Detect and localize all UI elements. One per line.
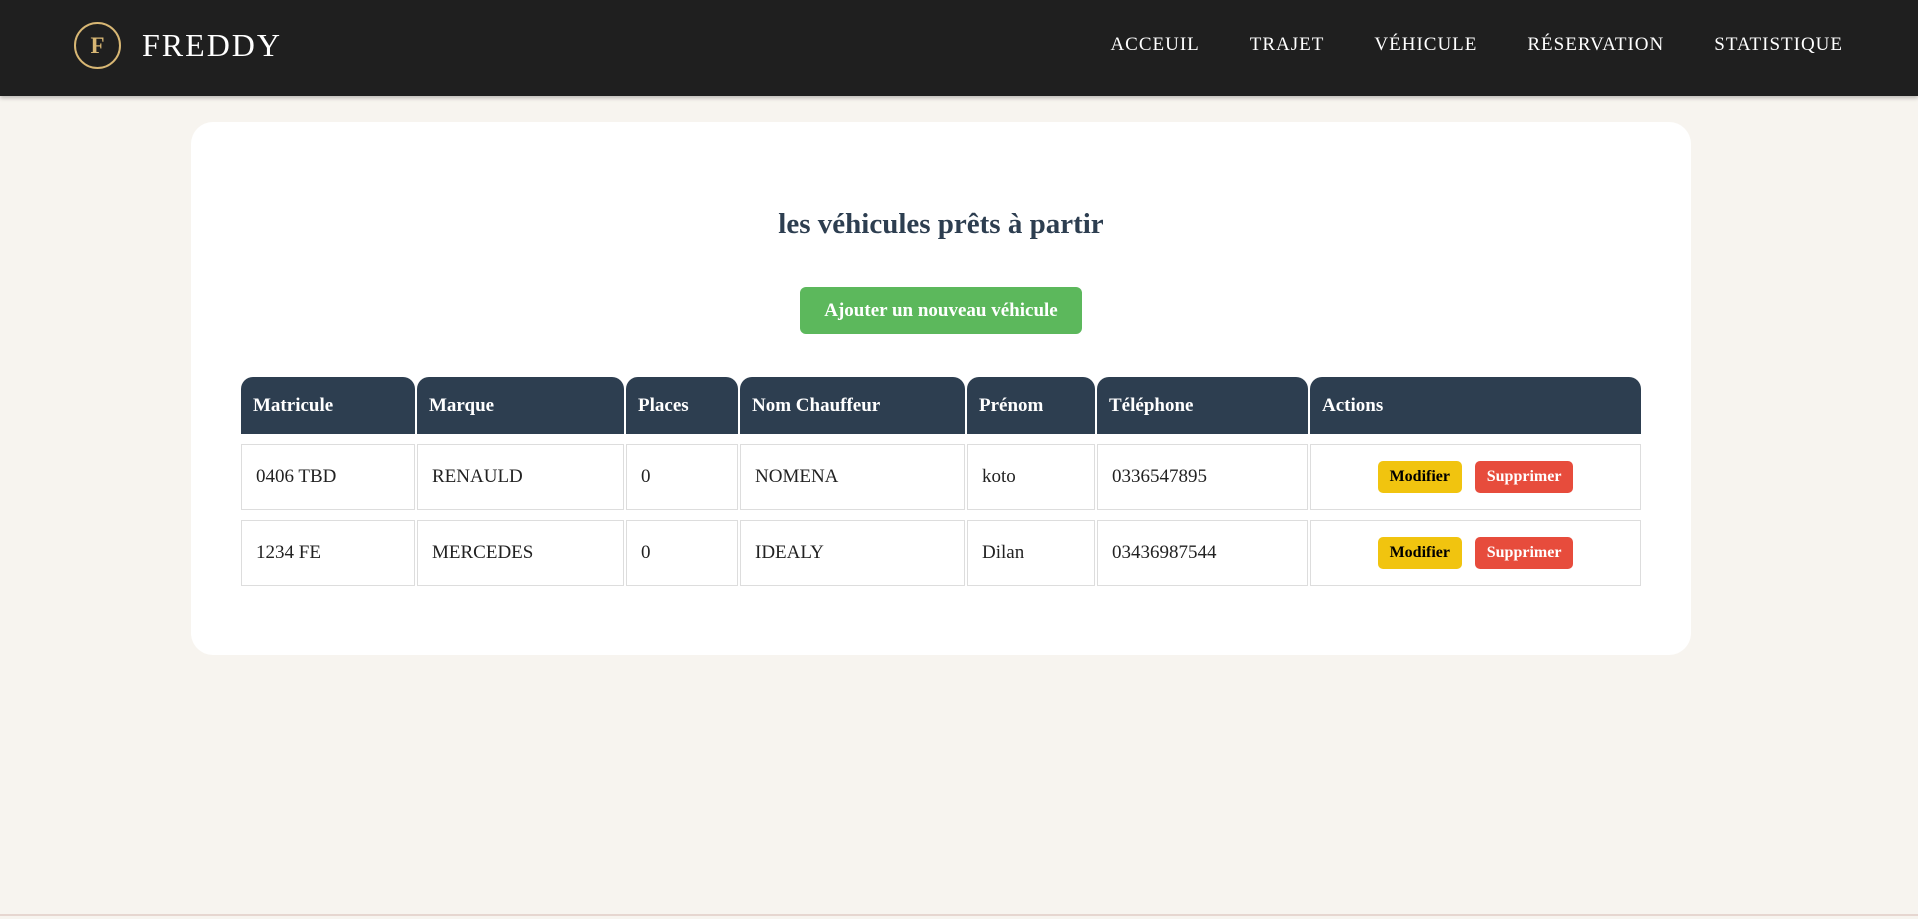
page-bottom-divider <box>0 914 1918 916</box>
cell-actions: Modifier Supprimer <box>1310 520 1641 586</box>
column-header-matricule: Matricule <box>241 377 415 434</box>
delete-button[interactable]: Supprimer <box>1474 461 1574 493</box>
modify-button[interactable]: Modifier <box>1377 537 1462 569</box>
column-header-marque: Marque <box>417 377 624 434</box>
nav-item-statistique[interactable]: STATISTIQUE <box>1714 34 1843 56</box>
main-nav: ACCEUIL TRAJET VÉHICULE RÉSERVATION STAT… <box>1110 34 1843 56</box>
cell-matricule: 1234 FE <box>241 520 415 586</box>
table-header-row: Matricule Marque Places Nom Chauffeur Pr… <box>241 377 1641 434</box>
logo-letter: F <box>90 32 105 58</box>
logo-icon[interactable]: F <box>74 22 121 69</box>
cell-marque: RENAULD <box>417 444 624 510</box>
content-card: les véhicules prêts à partir Ajouter un … <box>191 122 1691 655</box>
nav-item-accueil[interactable]: ACCEUIL <box>1110 34 1199 56</box>
cell-nom-chauffeur: IDEALY <box>740 520 965 586</box>
add-vehicle-button[interactable]: Ajouter un nouveau véhicule <box>800 287 1082 334</box>
cell-prenom: Dilan <box>967 520 1095 586</box>
cell-actions: Modifier Supprimer <box>1310 444 1641 510</box>
delete-button[interactable]: Supprimer <box>1474 537 1574 569</box>
cell-nom-chauffeur: NOMENA <box>740 444 965 510</box>
modify-button[interactable]: Modifier <box>1377 461 1462 493</box>
top-navbar: F FREDDY ACCEUIL TRAJET VÉHICULE RÉSERVA… <box>0 0 1918 96</box>
cell-places: 0 <box>626 444 738 510</box>
column-header-nom-chauffeur: Nom Chauffeur <box>740 377 965 434</box>
nav-item-reservation[interactable]: RÉSERVATION <box>1527 34 1664 56</box>
brand-name[interactable]: FREDDY <box>142 27 282 64</box>
nav-item-vehicule[interactable]: VÉHICULE <box>1374 34 1477 56</box>
nav-item-trajet[interactable]: TRAJET <box>1250 34 1325 56</box>
column-header-places: Places <box>626 377 738 434</box>
column-header-actions: Actions <box>1310 377 1641 434</box>
cell-places: 0 <box>626 520 738 586</box>
column-header-telephone: Téléphone <box>1097 377 1308 434</box>
table-row: 0406 TBD RENAULD 0 NOMENA koto 033654789… <box>241 444 1641 510</box>
page-title: les véhicules prêts à partir <box>778 208 1104 240</box>
cell-prenom: koto <box>967 444 1095 510</box>
cell-telephone: 0336547895 <box>1097 444 1308 510</box>
cell-marque: MERCEDES <box>417 520 624 586</box>
column-header-prenom: Prénom <box>967 377 1095 434</box>
cell-matricule: 0406 TBD <box>241 444 415 510</box>
cell-telephone: 03436987544 <box>1097 520 1308 586</box>
vehicles-table: Matricule Marque Places Nom Chauffeur Pr… <box>239 367 1643 596</box>
table-row: 1234 FE MERCEDES 0 IDEALY Dilan 03436987… <box>241 520 1641 586</box>
